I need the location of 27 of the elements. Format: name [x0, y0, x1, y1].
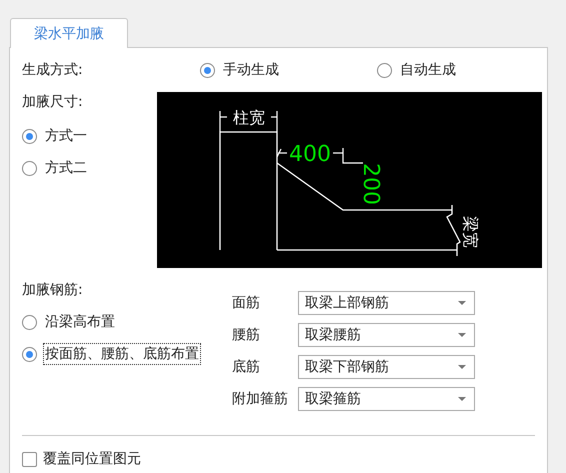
radio-button[interactable]: 方式一 — [22, 120, 89, 152]
dimension-value: 400 — [289, 142, 331, 167]
dropdown[interactable]: 取梁箍筋 — [298, 387, 475, 411]
field-label: 生成方式: — [22, 61, 84, 80]
caret-icon — [458, 301, 466, 305]
field-label: 面筋 — [232, 294, 261, 313]
dimension-label: 梁宽 — [461, 216, 480, 248]
caret-icon — [458, 397, 466, 401]
field-label: 附加箍筋 — [232, 390, 289, 409]
dimension-line — [219, 111, 278, 132]
caret-icon — [458, 333, 466, 337]
field-label: 腰筋 — [232, 326, 261, 345]
radio-button[interactable]: 沿梁高布置 — [22, 306, 117, 338]
dimension-value: 200 — [358, 163, 383, 205]
radio-button[interactable]: 手动生成 — [200, 59, 281, 81]
dropdown[interactable]: 取梁下部钢筋 — [298, 355, 475, 379]
dropdown[interactable]: 取梁腰筋 — [298, 323, 475, 347]
caret-icon — [458, 365, 466, 369]
section-label: 加腋尺寸: — [22, 93, 84, 112]
radio-button[interactable]: 自动生成 — [377, 59, 458, 81]
radio-button[interactable]: 方式二 — [22, 152, 89, 184]
dropdown[interactable]: 取梁上部钢筋 — [298, 291, 475, 315]
tab[interactable]: 梁水平加腋 — [10, 18, 128, 48]
section-label: 加腋钢筋: — [22, 281, 84, 300]
checkbox[interactable]: 覆盖同位置图元 — [22, 449, 141, 469]
field-label: 底筋 — [232, 358, 261, 377]
dimension-label: 柱宽 — [233, 108, 265, 127]
